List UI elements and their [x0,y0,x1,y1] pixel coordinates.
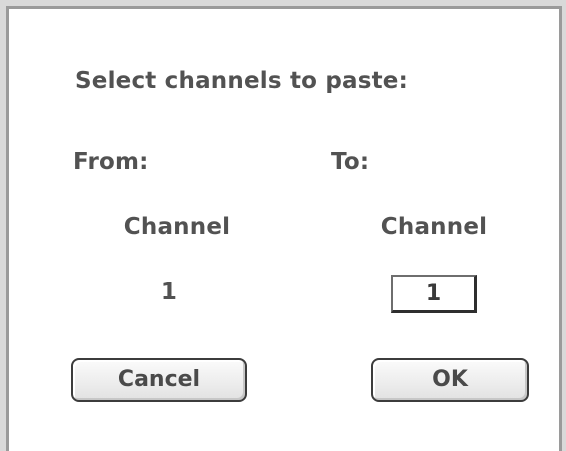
to-label: To: [331,149,370,175]
to-channel-header: Channel [380,214,488,240]
from-channel-header: Channel [123,214,231,240]
ok-button[interactable]: OK [371,358,529,402]
from-channel-value: 1 [160,279,178,305]
prompt-text: Select channels to paste: [75,68,409,94]
from-label: From: [73,149,149,175]
to-channel-input[interactable]: 1 [391,275,477,313]
cancel-button[interactable]: Cancel [71,358,247,402]
